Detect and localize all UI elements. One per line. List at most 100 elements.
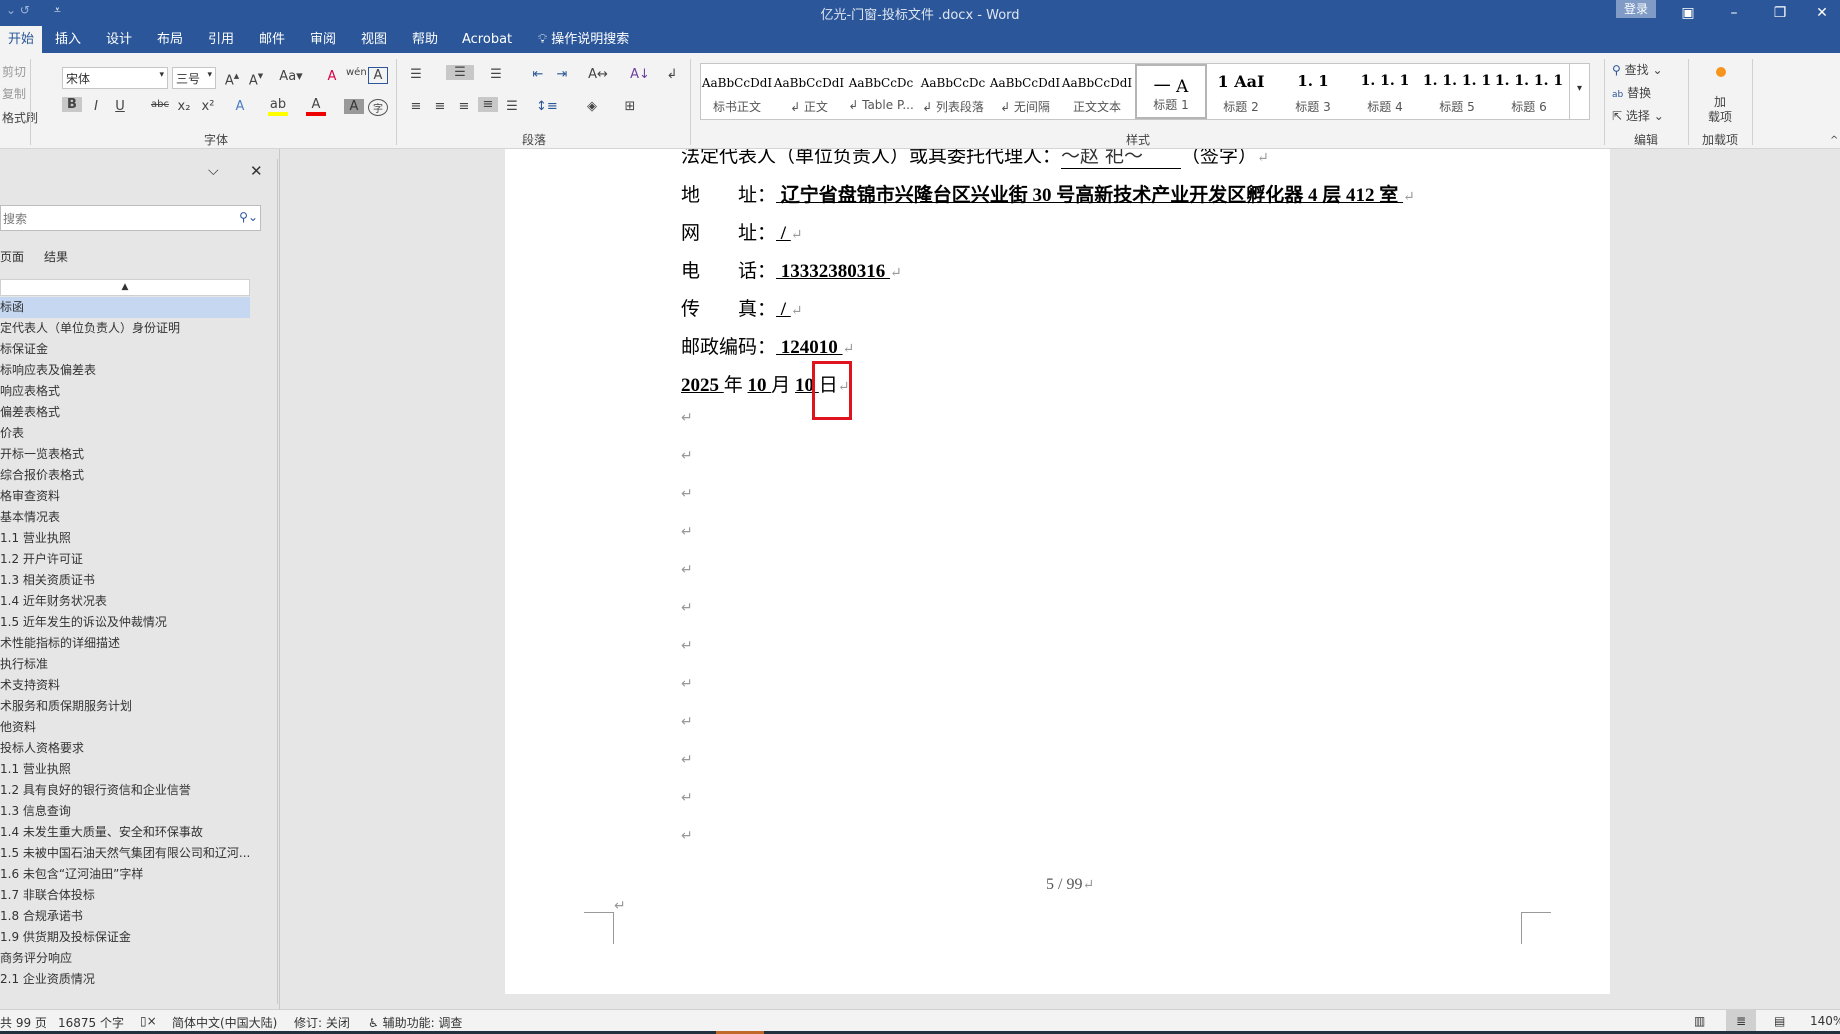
style-item[interactable]: AaBbCcDdI 标书正文 (701, 64, 773, 119)
multilevel-list-icon[interactable]: ☰ (486, 67, 506, 82)
search-icon[interactable]: ⚲⌄ (239, 210, 258, 224)
nav-scrollbar[interactable] (277, 159, 278, 1004)
nav-heading-item[interactable]: 标函 (0, 297, 250, 318)
underline-icon[interactable]: U (110, 99, 130, 114)
change-case-icon[interactable]: Aa▾ (278, 69, 304, 84)
nav-heading-item[interactable]: 1.4 近年财务状况表 (0, 591, 250, 612)
login-button[interactable]: 登录 (1616, 0, 1656, 18)
bold-icon[interactable]: B (62, 97, 82, 112)
word-count[interactable]: 16875 个字 (58, 1014, 124, 1031)
copy-button[interactable]: 复制 (2, 85, 26, 102)
nav-heading-item[interactable]: 1.6 未包含“辽河油田”字样 (0, 864, 250, 885)
replace-button[interactable]: ab 替换 (1612, 84, 1651, 101)
tab-insert[interactable]: 插入 (47, 26, 89, 53)
font-color-icon[interactable]: A (306, 97, 326, 116)
style-item[interactable]: 1. 1. 1 标题 4 (1349, 64, 1421, 119)
nav-heading-item[interactable]: 1.2 开户许可证 (0, 549, 250, 570)
grow-font-icon[interactable]: A▴ (222, 69, 242, 88)
chinese-layout-icon[interactable]: A↔ (588, 67, 608, 82)
nav-search-input[interactable]: 搜索 ⚲⌄ (0, 205, 261, 231)
nav-heading-item[interactable]: 投标人资格要求 (0, 738, 250, 759)
style-item[interactable]: 1. 1. 1. 1 标题 5 (1421, 64, 1493, 119)
tell-me-search[interactable]: 💡︎ 操作说明搜索 (530, 26, 637, 53)
nav-heading-item[interactable]: 开标一览表格式 (0, 444, 250, 465)
page-count[interactable]: 共 99 页 (0, 1014, 47, 1031)
borders-icon[interactable]: ⊞ (620, 99, 640, 114)
nav-heading-item[interactable]: 标响应表及偏差表 (0, 360, 250, 381)
tab-view[interactable]: 视图 (353, 26, 395, 53)
nav-heading-item[interactable]: 1.1 营业执照 (0, 759, 250, 780)
font-name-select[interactable]: 宋体 ▾ (62, 67, 168, 89)
decrease-indent-icon[interactable]: ⇤ (528, 67, 548, 82)
style-item-selected[interactable]: 一 A 标题 1 (1135, 64, 1207, 119)
nav-heading-item[interactable]: 定代表人（单位负责人）身份证明 (0, 318, 250, 339)
select-button[interactable]: ⇱ 选择 ⌄ (1612, 107, 1664, 124)
nav-heading-item[interactable]: 标保证金 (0, 339, 250, 360)
zoom-level[interactable]: 140% (1810, 1014, 1840, 1028)
minimize-icon[interactable]: – (1712, 0, 1756, 26)
show-marks-icon[interactable]: ↲ (662, 67, 682, 82)
restore-icon[interactable]: ❐ (1758, 0, 1802, 26)
line-spacing-icon[interactable]: ↕≡ (536, 99, 558, 114)
nav-heading-item[interactable]: 1.8 合规承诺书 (0, 906, 250, 927)
nav-heading-item[interactable]: 商务评分响应 (0, 948, 250, 969)
enclose-characters-icon[interactable]: 字 (368, 99, 388, 116)
bullets-icon[interactable]: ☰ (406, 67, 426, 82)
style-item[interactable]: AaBbCcDc ↲ 列表段落 (917, 64, 989, 119)
align-right-icon[interactable]: ≡ (454, 99, 474, 114)
nav-heading-item[interactable]: 1.5 未被中国石油天然气集团有限公司和辽河... (0, 843, 250, 864)
nav-heading-item[interactable]: 1.5 近年发生的诉讼及仲裁情况 (0, 612, 250, 633)
web-layout-icon[interactable]: ▤ (1774, 1014, 1785, 1028)
nav-heading-item[interactable]: 综合报价表格式 (0, 465, 250, 486)
close-icon[interactable]: ✕ (1800, 0, 1840, 26)
style-item[interactable]: AaBbCcDc ↲ Table P... (845, 64, 917, 119)
align-left-icon[interactable]: ≡ (406, 99, 426, 114)
tab-home[interactable]: 开始 (0, 26, 43, 53)
clear-format-icon[interactable]: A (322, 69, 342, 84)
nav-heading-item[interactable]: 格审查资料 (0, 486, 250, 507)
scroll-up-icon[interactable]: ▲ (0, 279, 250, 296)
numbering-icon[interactable]: ☰ (446, 65, 474, 80)
highlight-icon[interactable]: ab (268, 97, 288, 116)
style-item[interactable]: 1 AaI 标题 2 (1205, 64, 1277, 119)
font-size-select[interactable]: 三号 ▾ (172, 67, 216, 89)
distributed-icon[interactable]: ☰ (502, 99, 522, 114)
document-page[interactable] (505, 149, 1610, 994)
nav-heading-item[interactable]: 1.7 非联合体投标 (0, 885, 250, 906)
text-effects-icon[interactable]: A (230, 99, 250, 114)
tab-acrobat[interactable]: Acrobat (454, 26, 520, 53)
accessibility-status[interactable]: ♿︎ 辅助功能: 调查 (368, 1014, 462, 1031)
language[interactable]: 简体中文(中国大陆) (172, 1014, 277, 1031)
nav-heading-item[interactable]: 2.1 企业资质情况 (0, 969, 250, 990)
align-center-icon[interactable]: ≡ (430, 99, 450, 114)
style-item[interactable]: AaBbCcDdI ↲ 无间隔 (989, 64, 1061, 119)
ribbon-display-icon[interactable]: ▣ (1666, 0, 1710, 26)
shading-icon[interactable]: ◈ (582, 99, 602, 114)
addins-button[interactable]: 加 载项 (1708, 95, 1732, 125)
nav-heading-item[interactable]: 术服务和质保期服务计划 (0, 696, 250, 717)
nav-tab-results[interactable]: 结果 (44, 248, 68, 265)
close-pane-icon[interactable]: ✕ (250, 162, 263, 180)
styles-more-icon[interactable]: ▾ (1569, 64, 1589, 119)
increase-indent-icon[interactable]: ⇥ (552, 67, 572, 82)
nav-heading-item[interactable]: 价表 (0, 423, 250, 444)
nav-heading-item[interactable]: 1.3 相关资质证书 (0, 570, 250, 591)
nav-heading-item[interactable]: 执行标准 (0, 654, 250, 675)
nav-heading-item[interactable]: 1.9 供货期及投标保证金 (0, 927, 250, 948)
nav-heading-item[interactable]: 1.3 信息查询 (0, 801, 250, 822)
phonetic-guide-icon[interactable]: wén (346, 67, 367, 78)
strikethrough-icon[interactable]: abc (150, 99, 170, 110)
nav-heading-item[interactable]: 术支持资料 (0, 675, 250, 696)
pane-options-icon[interactable]: ⌵ (208, 163, 219, 179)
character-border-icon[interactable]: A (368, 67, 388, 84)
tab-help[interactable]: 帮助 (404, 26, 446, 53)
print-layout-icon[interactable]: ≣ (1726, 1010, 1756, 1032)
read-mode-icon[interactable]: ▥ (1694, 1014, 1705, 1028)
cut-button[interactable]: 剪切 (2, 63, 26, 80)
sort-icon[interactable]: A↓ (630, 67, 650, 82)
justify-icon[interactable]: ≡ (478, 97, 498, 112)
nav-heading-item[interactable]: 响应表格式 (0, 381, 250, 402)
nav-heading-item[interactable]: 偏差表格式 (0, 402, 250, 423)
nav-heading-item[interactable]: 基本情况表 (0, 507, 250, 528)
subscript-icon[interactable]: x₂ (174, 99, 194, 114)
